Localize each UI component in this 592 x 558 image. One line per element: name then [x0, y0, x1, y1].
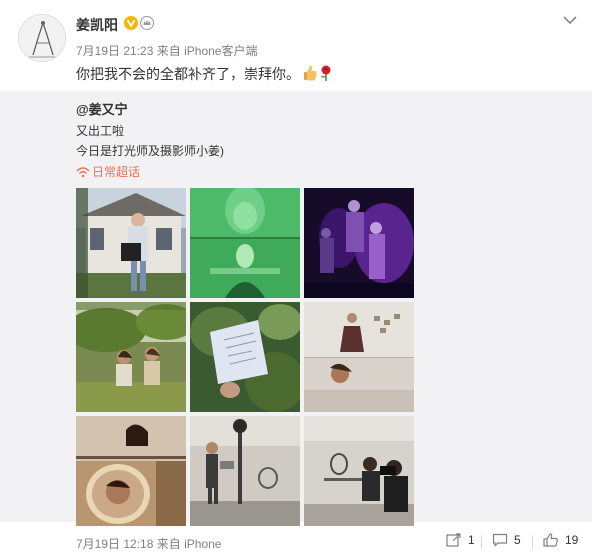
thumbs-up-icon — [304, 65, 317, 81]
photo-8[interactable] — [190, 416, 300, 526]
photo-6[interactable] — [304, 302, 414, 412]
repost-count: 1 — [468, 533, 475, 547]
comment-button[interactable]: 5 — [492, 533, 521, 547]
supertopic-link[interactable]: 日常超话 — [76, 163, 140, 180]
repost-author[interactable]: @姜又宁 — [76, 99, 128, 118]
weibo-card: 姜凯阳 7月19日 21:23 来自 iPhone客户端 你把我不会的全都补齐了… — [0, 0, 592, 558]
like-icon — [543, 533, 559, 547]
avatar[interactable] — [18, 14, 66, 62]
post-meta: 7月19日 21:23 来自 iPhone客户端 — [76, 42, 257, 59]
repost-time[interactable]: 7月19日 12:18 — [76, 537, 153, 551]
repost-text-line-2: 今日是打光师及摄影师小姜) — [76, 144, 224, 158]
repost-block: @姜又宁 又出工啦 今日是打光师及摄影师小姜) 日常超话 — [0, 91, 592, 526]
comment-count: 5 — [514, 533, 521, 547]
vip-crown-icon — [140, 16, 154, 30]
photo-3[interactable] — [304, 188, 414, 298]
photo-1[interactable] — [76, 188, 186, 298]
chevron-down-icon[interactable] — [562, 14, 578, 26]
supertopic-icon — [76, 166, 90, 177]
rose-icon — [321, 65, 331, 81]
photo-5[interactable] — [190, 302, 300, 412]
repost-icon — [446, 533, 461, 547]
divider — [532, 535, 533, 549]
verified-icon — [124, 16, 138, 30]
repost-text-line-1: 又出工啦 — [76, 124, 125, 138]
photo-7[interactable] — [76, 416, 186, 526]
supertopic-label: 日常超话 — [92, 165, 141, 179]
repost-source-prefix: 来自 — [156, 537, 181, 551]
post-source: iPhone客户端 — [184, 44, 258, 58]
repost-source: iPhone — [184, 537, 222, 551]
author-name[interactable]: 姜凯阳 — [76, 15, 118, 35]
photo-2[interactable] — [190, 188, 300, 298]
source-prefix: 来自 — [156, 44, 181, 58]
repost-meta: 7月19日 12:18 来自 iPhone — [76, 535, 221, 552]
repost-button[interactable]: 1 — [446, 533, 475, 547]
photo-grid — [76, 188, 414, 526]
divider — [481, 535, 482, 549]
post-text: 你把我不会的全都补齐了，崇拜你。 — [76, 66, 300, 82]
like-count: 19 — [565, 533, 579, 547]
like-button[interactable]: 19 — [543, 533, 578, 547]
photo-4[interactable] — [76, 302, 186, 412]
photo-9[interactable] — [304, 416, 414, 526]
comment-icon — [492, 533, 508, 547]
post-time[interactable]: 7月19日 21:23 — [76, 44, 153, 58]
